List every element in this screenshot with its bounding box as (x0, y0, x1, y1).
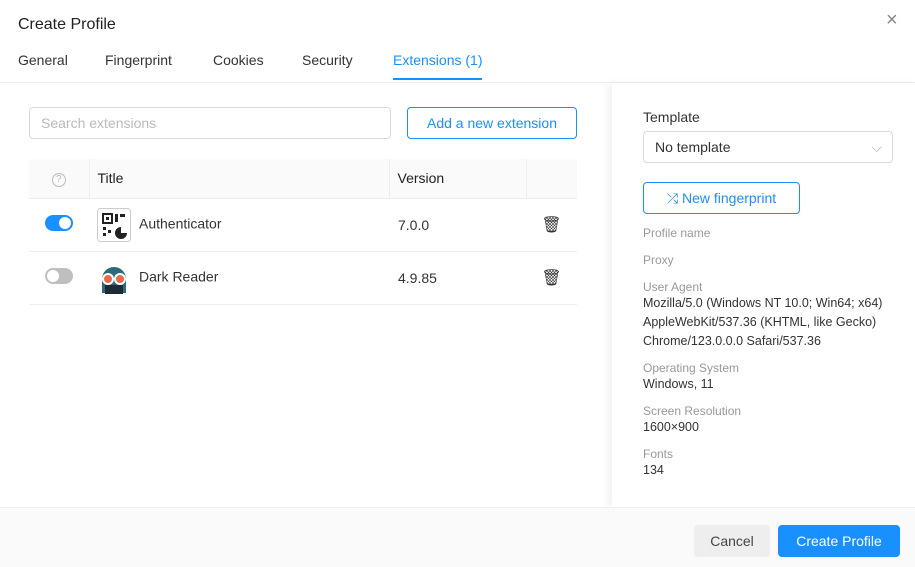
proxy-label: Proxy (643, 253, 674, 267)
close-icon[interactable]: × (886, 9, 898, 32)
tab-cookies[interactable]: Cookies (213, 52, 264, 68)
trash-icon[interactable]: 🗑 (541, 217, 561, 234)
tab-extensions[interactable]: Extensions (1) (393, 52, 483, 80)
dialog-title: Create Profile (18, 16, 116, 33)
tab-fingerprint[interactable]: Fingerprint (105, 52, 172, 68)
resolution-label: Screen Resolution (643, 404, 742, 418)
fonts-label: Fonts (643, 447, 674, 461)
tab-bar: General Fingerprint Cookies Security Ext… (0, 50, 915, 83)
fonts-value: 134 (643, 463, 664, 477)
os-label: Operating System (643, 361, 740, 375)
template-value: No template (655, 139, 731, 155)
cancel-button[interactable]: Cancel (694, 525, 770, 557)
extension-toggle[interactable] (45, 268, 73, 284)
add-extension-button[interactable]: Add a new extension (407, 107, 577, 139)
extension-toggle[interactable] (45, 215, 73, 231)
user-agent-value: Mozilla/5.0 (Windows NT 10.0; Win64; x64… (643, 296, 883, 348)
dialog-footer: Cancel Create Profile (0, 507, 915, 567)
template-select[interactable]: No template ⌵ (643, 131, 893, 163)
new-fingerprint-label: New fingerprint (681, 189, 777, 206)
tab-security[interactable]: Security (302, 52, 353, 68)
extension-title: Dark Reader (139, 268, 219, 285)
extensions-table: ? Title Version Authenticator 7.0.0 🗑 Da… (29, 159, 577, 305)
shuffle-icon: ⤮ (666, 189, 682, 206)
resolution-value: 1600×900 (643, 420, 699, 434)
table-row: Authenticator 7.0.0 🗑 (29, 198, 577, 252)
trash-icon[interactable]: 🗑 (541, 270, 561, 287)
user-agent-label: User Agent (643, 280, 703, 294)
help-icon[interactable]: ? (51, 173, 66, 188)
column-title: Title (88, 159, 389, 199)
create-profile-button[interactable]: Create Profile (778, 525, 900, 557)
profile-summary-panel: Template No template ⌵ ⤮ New fingerprint … (612, 83, 915, 507)
os-value: Windows, 11 (643, 377, 714, 391)
profile-name-label: Profile name (643, 226, 711, 240)
new-fingerprint-button[interactable]: ⤮ New fingerprint (643, 182, 800, 214)
template-label: Template (643, 109, 700, 125)
search-extensions-input[interactable] (29, 107, 391, 139)
table-row: Dark Reader 4.9.85 🗑 (29, 251, 577, 305)
extension-version: 4.9.85 (389, 251, 526, 305)
dark-reader-icon (102, 266, 126, 294)
column-version: Version (388, 159, 526, 199)
table-header: ? Title Version (29, 159, 577, 199)
qr-code-icon (97, 207, 131, 242)
tab-general[interactable]: General (18, 52, 68, 68)
chevron-down-icon: ⌵ (871, 139, 882, 155)
extension-title: Authenticator (139, 215, 222, 232)
extension-version: 7.0.0 (389, 198, 526, 252)
